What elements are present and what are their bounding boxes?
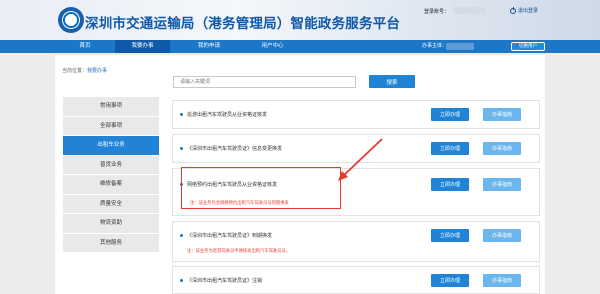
applicant-label: 办事主体： (422, 43, 448, 49)
sidebar-item-logistics-subsidy[interactable]: 物流资助 (63, 214, 159, 234)
sidebar-item-common[interactable]: 常用事项 (63, 97, 159, 117)
search-input[interactable] (173, 76, 356, 88)
annotation-highlight-box (181, 167, 341, 209)
switch-user-button[interactable]: 切换用户 (511, 42, 545, 51)
category-sidebar: 常用事项 全部事项 出租车业务 普货业务 维修备案 质量安全 物流资助 其他服务 (63, 97, 159, 253)
applicant-name-redacted (446, 43, 474, 50)
service-guide-button[interactable]: 办事指南 (483, 178, 521, 191)
nav-tab-home[interactable]: 首页 (55, 40, 115, 53)
power-icon (510, 6, 516, 14)
sidebar-item-general-cargo[interactable]: 普货业务 (63, 155, 159, 175)
service-title[interactable]: 《深圳市出租汽车驾驶员证》到期换发 (187, 232, 272, 239)
login-account-label: 登录账号： (424, 9, 450, 15)
service-guide-button[interactable]: 办事指南 (483, 274, 521, 287)
bullet-icon (180, 279, 183, 282)
service-title[interactable]: 《深圳市出租汽车驾驶员证》信息变更换发 (187, 145, 282, 152)
service-note: 注：该业务为巡游驾驶员申请核发出租汽车驾驶员证。 (187, 249, 291, 254)
apply-now-button[interactable]: 立即办理 (431, 178, 469, 191)
nav-tab-my-applications[interactable]: 我的申请 (180, 40, 238, 53)
service-guide-button[interactable]: 办事指南 (483, 142, 521, 155)
site-header: 深圳市交通运输局（港务管理局）智能政务服务平台 登录账号： 退出登录 (0, 0, 600, 40)
apply-now-button[interactable]: 立即办理 (431, 142, 469, 155)
logout-link[interactable]: 退出登录 (510, 6, 539, 14)
sidebar-item-quality-safety[interactable]: 质量安全 (63, 194, 159, 214)
service-row: 巡游出租汽车驾驶员从业资格证核发 立即办理 办事指南 (172, 100, 540, 129)
apply-now-button[interactable]: 立即办理 (431, 108, 469, 121)
service-row: 《深圳市出租汽车驾驶员证》到期换发 注：该业务为巡游驾驶员申请核发出租汽车驾驶员… (172, 221, 540, 262)
login-account-redacted (453, 7, 485, 14)
bullet-icon (180, 234, 183, 237)
bullet-icon (180, 147, 183, 150)
sidebar-item-taxi[interactable]: 出租车业务 (63, 136, 159, 156)
apply-now-button[interactable]: 立即办理 (431, 229, 469, 242)
sidebar-item-repair-filing[interactable]: 维修备案 (63, 175, 159, 195)
service-row: 《深圳市出租汽车驾驶员证》注销 立即办理 办事指南 (172, 266, 540, 294)
logout-label: 退出登录 (518, 8, 539, 14)
breadcrumb-current[interactable]: 我要办事 (87, 68, 107, 74)
apply-now-button[interactable]: 立即办理 (431, 274, 469, 287)
service-guide-button[interactable]: 办事指南 (483, 108, 521, 121)
nav-tab-user-center[interactable]: 用户中心 (245, 40, 300, 53)
service-title[interactable]: 《深圳市出租汽车驾驶员证》注销 (187, 277, 262, 284)
main-nav: 首页 我要办事 我的申请 用户中心 办事主体： 切换用户 (0, 40, 600, 53)
site-logo (58, 7, 84, 33)
bullet-icon (180, 113, 183, 116)
service-title[interactable]: 巡游出租汽车驾驶员从业资格证核发 (187, 111, 267, 118)
nav-tab-services[interactable]: 我要办事 (115, 40, 170, 53)
site-title: 深圳市交通运输局（港务管理局）智能政务服务平台 (85, 16, 401, 32)
service-guide-button[interactable]: 办事指南 (483, 229, 521, 242)
breadcrumb-prefix: 当前位置： (62, 68, 88, 74)
annotation-arrow-icon (338, 138, 383, 181)
breadcrumb: 当前位置：我要办事 (62, 67, 107, 74)
sidebar-item-other-services[interactable]: 其他服务 (63, 233, 159, 253)
sidebar-item-all[interactable]: 全部事项 (63, 116, 159, 136)
search-button[interactable]: 搜索 (369, 75, 415, 88)
